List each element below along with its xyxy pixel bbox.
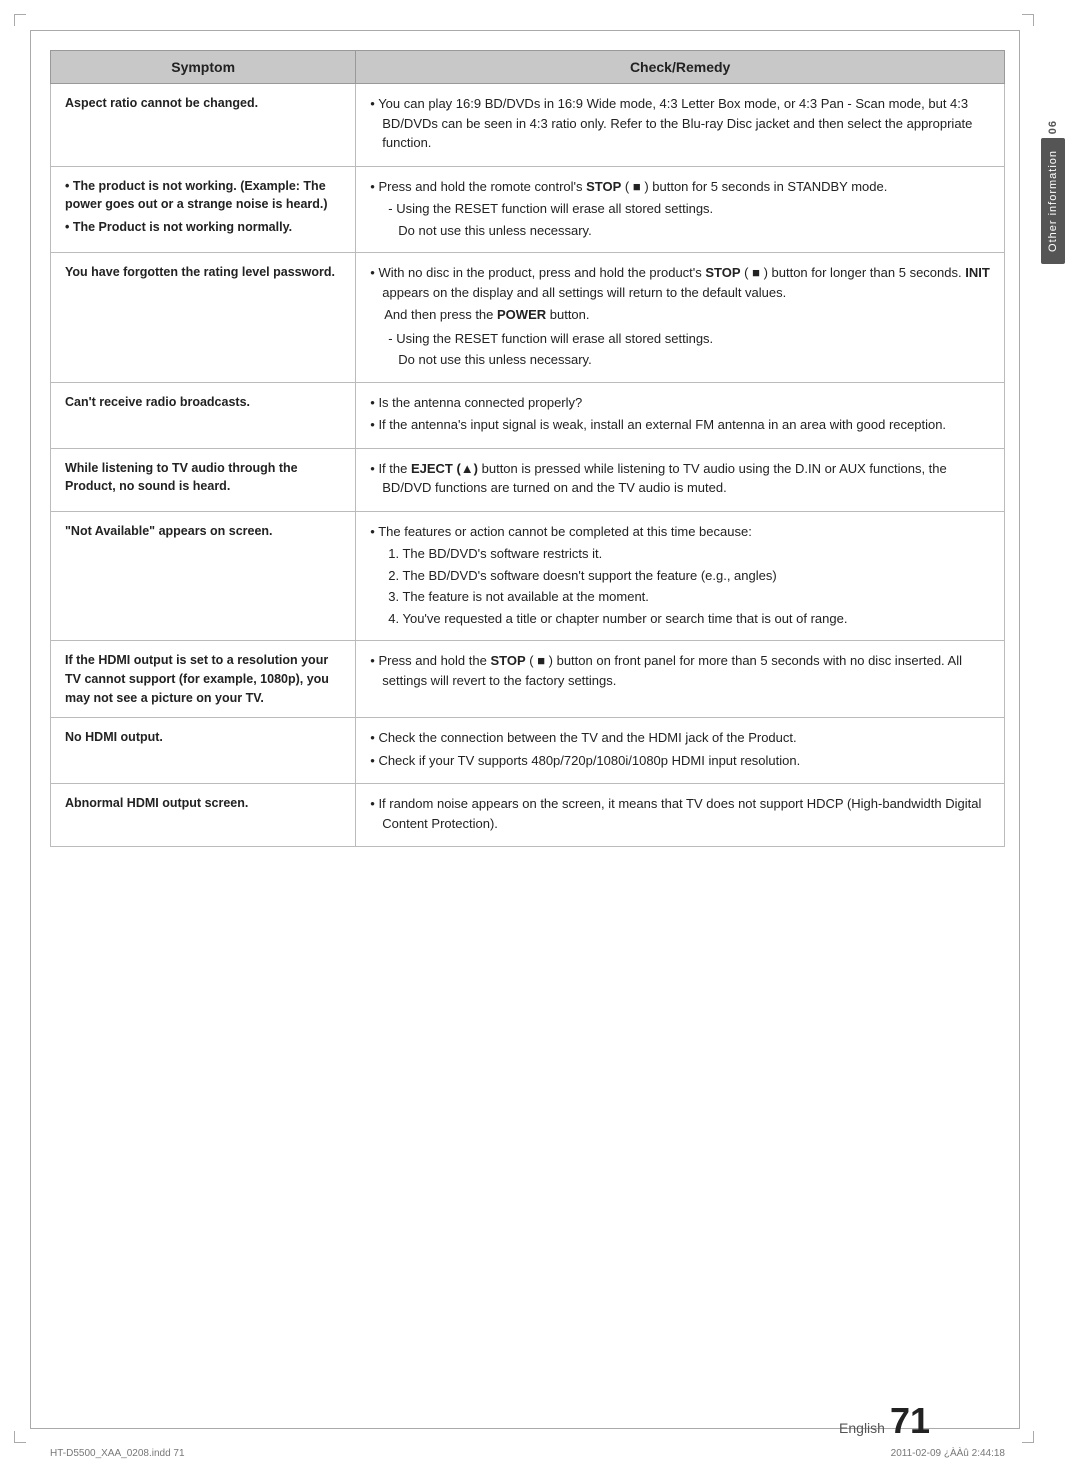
remedy-bullet: Check if your TV supports 480p/720p/1080… xyxy=(370,751,990,771)
table-row: While listening to TV audio through the … xyxy=(51,448,1005,511)
table-row: "Not Available" appears on screen. The f… xyxy=(51,511,1005,641)
table-row: Aspect ratio cannot be changed. You can … xyxy=(51,84,1005,167)
table-row: Can't receive radio broadcasts. Is the a… xyxy=(51,382,1005,448)
troubleshoot-table: Symptom Check/Remedy Aspect ratio cannot… xyxy=(50,50,1005,847)
main-content: Symptom Check/Remedy Aspect ratio cannot… xyxy=(50,50,1005,1409)
symptom-cell: Aspect ratio cannot be changed. xyxy=(51,84,356,167)
remedy-cell: You can play 16:9 BD/DVDs in 16:9 Wide m… xyxy=(356,84,1005,167)
remedy-bullet: If random noise appears on the screen, i… xyxy=(370,794,990,833)
col-header-symptom: Symptom xyxy=(51,51,356,84)
remedy-cell: Is the antenna connected properly? If th… xyxy=(356,382,1005,448)
remedy-cell: If random noise appears on the screen, i… xyxy=(356,784,1005,847)
symptom-cell: You have forgotten the rating level pass… xyxy=(51,253,356,383)
remedy-bullet: Is the antenna connected properly? xyxy=(370,393,990,413)
remedy-bullet: You can play 16:9 BD/DVDs in 16:9 Wide m… xyxy=(370,94,990,153)
remedy-numbered: 4. You've requested a title or chapter n… xyxy=(370,609,990,629)
remedy-bullet: Press and hold the STOP ( ■ ) button on … xyxy=(370,651,990,690)
table-row: • The product is not working. (Example: … xyxy=(51,166,1005,253)
page-number-block: English 71 xyxy=(839,1403,930,1439)
remedy-numbered: 1. The BD/DVD's software restricts it. xyxy=(370,544,990,564)
remedy-bullet: The features or action cannot be complet… xyxy=(370,522,990,542)
symptom-cell: While listening to TV audio through the … xyxy=(51,448,356,511)
chapter-label: Other information xyxy=(1041,138,1065,264)
table-row: If the HDMI output is set to a resolutio… xyxy=(51,641,1005,718)
symptom-cell: "Not Available" appears on screen. xyxy=(51,511,356,641)
remedy-numbered: 2. The BD/DVD's software doesn't support… xyxy=(370,566,990,586)
remedy-bullet: Check the connection between the TV and … xyxy=(370,728,990,748)
remedy-cell: With no disc in the product, press and h… xyxy=(356,253,1005,383)
symptom-cell: No HDMI output. xyxy=(51,718,356,784)
remedy-cell: Press and hold the romote control's STOP… xyxy=(356,166,1005,253)
footer-timestamp: 2011-02-09 ¿ÀÀû 2:44:18 xyxy=(891,1448,1005,1459)
remedy-indent: Do not use this unless necessary. xyxy=(370,350,990,370)
remedy-cell: Check the connection between the TV and … xyxy=(356,718,1005,784)
remedy-numbered: 3. The feature is not available at the m… xyxy=(370,587,990,607)
table-row: You have forgotten the rating level pass… xyxy=(51,253,1005,383)
remedy-cell: If the EJECT (▲) button is pressed while… xyxy=(356,448,1005,511)
symptom-line: • The product is not working. (Example: … xyxy=(65,177,341,215)
footer-filename: HT-D5500_XAA_0208.indd 71 xyxy=(50,1448,185,1459)
remedy-indent: - Using the RESET function will erase al… xyxy=(370,199,990,219)
symptom-cell: Can't receive radio broadcasts. xyxy=(51,382,356,448)
remedy-indent: Do not use this unless necessary. xyxy=(370,221,990,241)
remedy-bullet: Press and hold the romote control's STOP… xyxy=(370,177,990,197)
table-row: No HDMI output. Check the connection bet… xyxy=(51,718,1005,784)
chapter-number: 06 xyxy=(1047,120,1059,134)
symptom-cell: Abnormal HDMI output screen. xyxy=(51,784,356,847)
remedy-bullet: If the antenna's input signal is weak, i… xyxy=(370,415,990,435)
remedy-indent: - Using the RESET function will erase al… xyxy=(370,329,990,349)
col-header-remedy: Check/Remedy xyxy=(356,51,1005,84)
side-tab: 06 Other information xyxy=(1025,120,1080,264)
symptom-cell: • The product is not working. (Example: … xyxy=(51,166,356,253)
remedy-note: And then press the POWER button. xyxy=(370,305,990,325)
symptom-line: • The Product is not working normally. xyxy=(65,218,341,237)
footer: HT-D5500_XAA_0208.indd 71 English 71 201… xyxy=(50,1448,1005,1459)
remedy-bullet: With no disc in the product, press and h… xyxy=(370,263,990,302)
remedy-bullet: If the EJECT (▲) button is pressed while… xyxy=(370,459,990,498)
page-num: 71 xyxy=(890,1403,930,1439)
remedy-cell: Press and hold the STOP ( ■ ) button on … xyxy=(356,641,1005,718)
table-row: Abnormal HDMI output screen. If random n… xyxy=(51,784,1005,847)
remedy-cell: The features or action cannot be complet… xyxy=(356,511,1005,641)
symptom-cell: If the HDMI output is set to a resolutio… xyxy=(51,641,356,718)
page-language: English xyxy=(839,1420,885,1436)
